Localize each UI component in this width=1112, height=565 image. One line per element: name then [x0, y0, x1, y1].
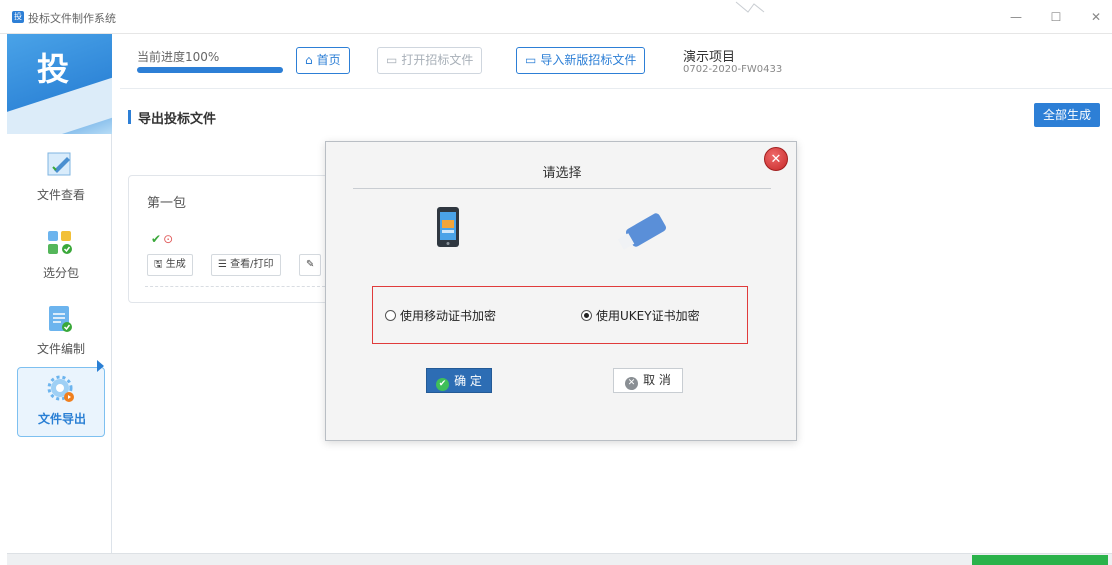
check-circle-icon: ✔ — [436, 378, 450, 391]
maximize-button[interactable]: ☐ — [1044, 8, 1068, 26]
status-dot-icon: ⊙ — [163, 232, 174, 246]
active-indicator-arrow — [97, 360, 104, 372]
check-icon: ✔ — [151, 232, 162, 246]
sidebar-item-compose[interactable]: 文件编制 — [17, 298, 105, 368]
dialog-title: 请选择 — [542, 166, 582, 181]
sidebar-item-label: 文件编制 — [36, 342, 85, 356]
status-indicator — [972, 555, 1108, 565]
folder-open-icon: ▭ — [525, 53, 537, 67]
mobile-cert-radio[interactable] — [385, 310, 396, 321]
edit-icon: ✎ — [306, 259, 315, 270]
sidebar-item-label: 文件查看 — [36, 188, 85, 202]
progress-label: 当前进度100% — [137, 50, 220, 64]
app-logo: 投 — [7, 34, 112, 134]
view-print-button-label: 查看/打印 — [230, 259, 274, 270]
edit-button[interactable]: ✎ — [299, 254, 322, 276]
cancel-button[interactable]: ✕ 取 消 — [613, 368, 683, 393]
export-gear-icon — [47, 375, 74, 402]
package-select-icon — [48, 231, 72, 254]
folder-open-icon: ▭ — [386, 53, 398, 67]
page-title: 导出投标文件 — [138, 112, 217, 127]
generate-button-label: 生成 — [165, 259, 186, 270]
sidebar: 投 文件查看 选分包 文件编制 文件导出 — [7, 34, 112, 565]
confirm-label: 确 定 — [454, 374, 482, 388]
close-window-button[interactable]: ✕ — [1084, 8, 1108, 26]
window-title: 投标文件制作系统 — [28, 12, 116, 25]
sidebar-item-select-package[interactable]: 选分包 — [17, 222, 105, 292]
ukey-cert-label: 使用UKEY证书加密 — [596, 309, 700, 323]
logo-text: 投 — [37, 50, 70, 88]
mobile-phone-icon — [437, 207, 459, 247]
progress-fill — [137, 67, 283, 73]
home-button-label: 首页 — [316, 53, 341, 67]
list-icon: ☰ — [218, 259, 227, 270]
open-tender-file-button[interactable]: ▭ 打开招标文件 — [377, 47, 483, 74]
header-divider — [120, 88, 1112, 89]
sidebar-item-file-view[interactable]: 文件查看 — [17, 144, 105, 214]
home-button[interactable]: ⌂ 首页 — [296, 47, 350, 74]
project-code: 0702-2020-FW0433 — [683, 64, 783, 75]
generate-all-button[interactable]: 全部生成 — [1034, 103, 1100, 127]
import-new-tender-file-label: 导入新版招标文件 — [540, 53, 637, 67]
view-print-button[interactable]: ☰ 查看/打印 — [211, 254, 281, 276]
encryption-options-box: 使用移动证书加密 使用UKEY证书加密 — [372, 286, 748, 344]
window-titlebar: 投 投标文件制作系统 — ☐ ✕ — [0, 0, 1112, 34]
status-bar — [7, 553, 1112, 565]
project-name: 演示项目 — [683, 50, 736, 65]
open-tender-file-label: 打开招标文件 — [401, 53, 474, 67]
package-status: ✔ ⊙ — [151, 232, 173, 246]
ukey-cert-option[interactable]: 使用UKEY证书加密 — [581, 307, 700, 324]
progress-bar — [137, 67, 283, 73]
minimize-button[interactable]: — — [1004, 8, 1028, 26]
mobile-cert-label: 使用移动证书加密 — [400, 309, 497, 323]
package-card: 第一包 ✔ ⊙ 🖫 生成 ☰ 查看/打印 ✎ — [128, 175, 338, 303]
save-icon: 🖫 — [154, 259, 163, 270]
sidebar-item-label: 文件导出 — [37, 412, 86, 426]
document-edit-icon — [47, 152, 71, 176]
ukey-icon — [617, 213, 666, 250]
import-new-tender-file-button[interactable]: ▭ 导入新版招标文件 — [516, 47, 646, 74]
package-title: 第一包 — [147, 196, 187, 211]
dialog-close-button[interactable]: ✕ — [764, 147, 788, 171]
encryption-select-dialog: 请选择 ✕ 使用移动证书加密 使用UKEY证书加密 ✔ 确 定 ✕ 取 消 — [325, 141, 797, 441]
mobile-cert-option[interactable]: 使用移动证书加密 — [385, 307, 496, 324]
ukey-cert-radio[interactable] — [581, 310, 592, 321]
generate-button[interactable]: 🖫 生成 — [147, 254, 193, 276]
document-compose-icon — [49, 306, 72, 332]
dialog-divider — [353, 188, 771, 189]
cancel-circle-icon: ✕ — [625, 377, 639, 390]
sidebar-item-label: 选分包 — [42, 266, 79, 280]
cancel-label: 取 消 — [643, 373, 671, 387]
confirm-button[interactable]: ✔ 确 定 — [426, 368, 492, 393]
decoration-line — [735, 1, 765, 13]
section-marker — [128, 110, 131, 124]
app-logo-icon: 投 — [12, 11, 24, 23]
card-divider — [145, 286, 325, 287]
home-icon: ⌂ — [305, 53, 313, 67]
sidebar-item-export[interactable]: 文件导出 — [17, 367, 105, 437]
